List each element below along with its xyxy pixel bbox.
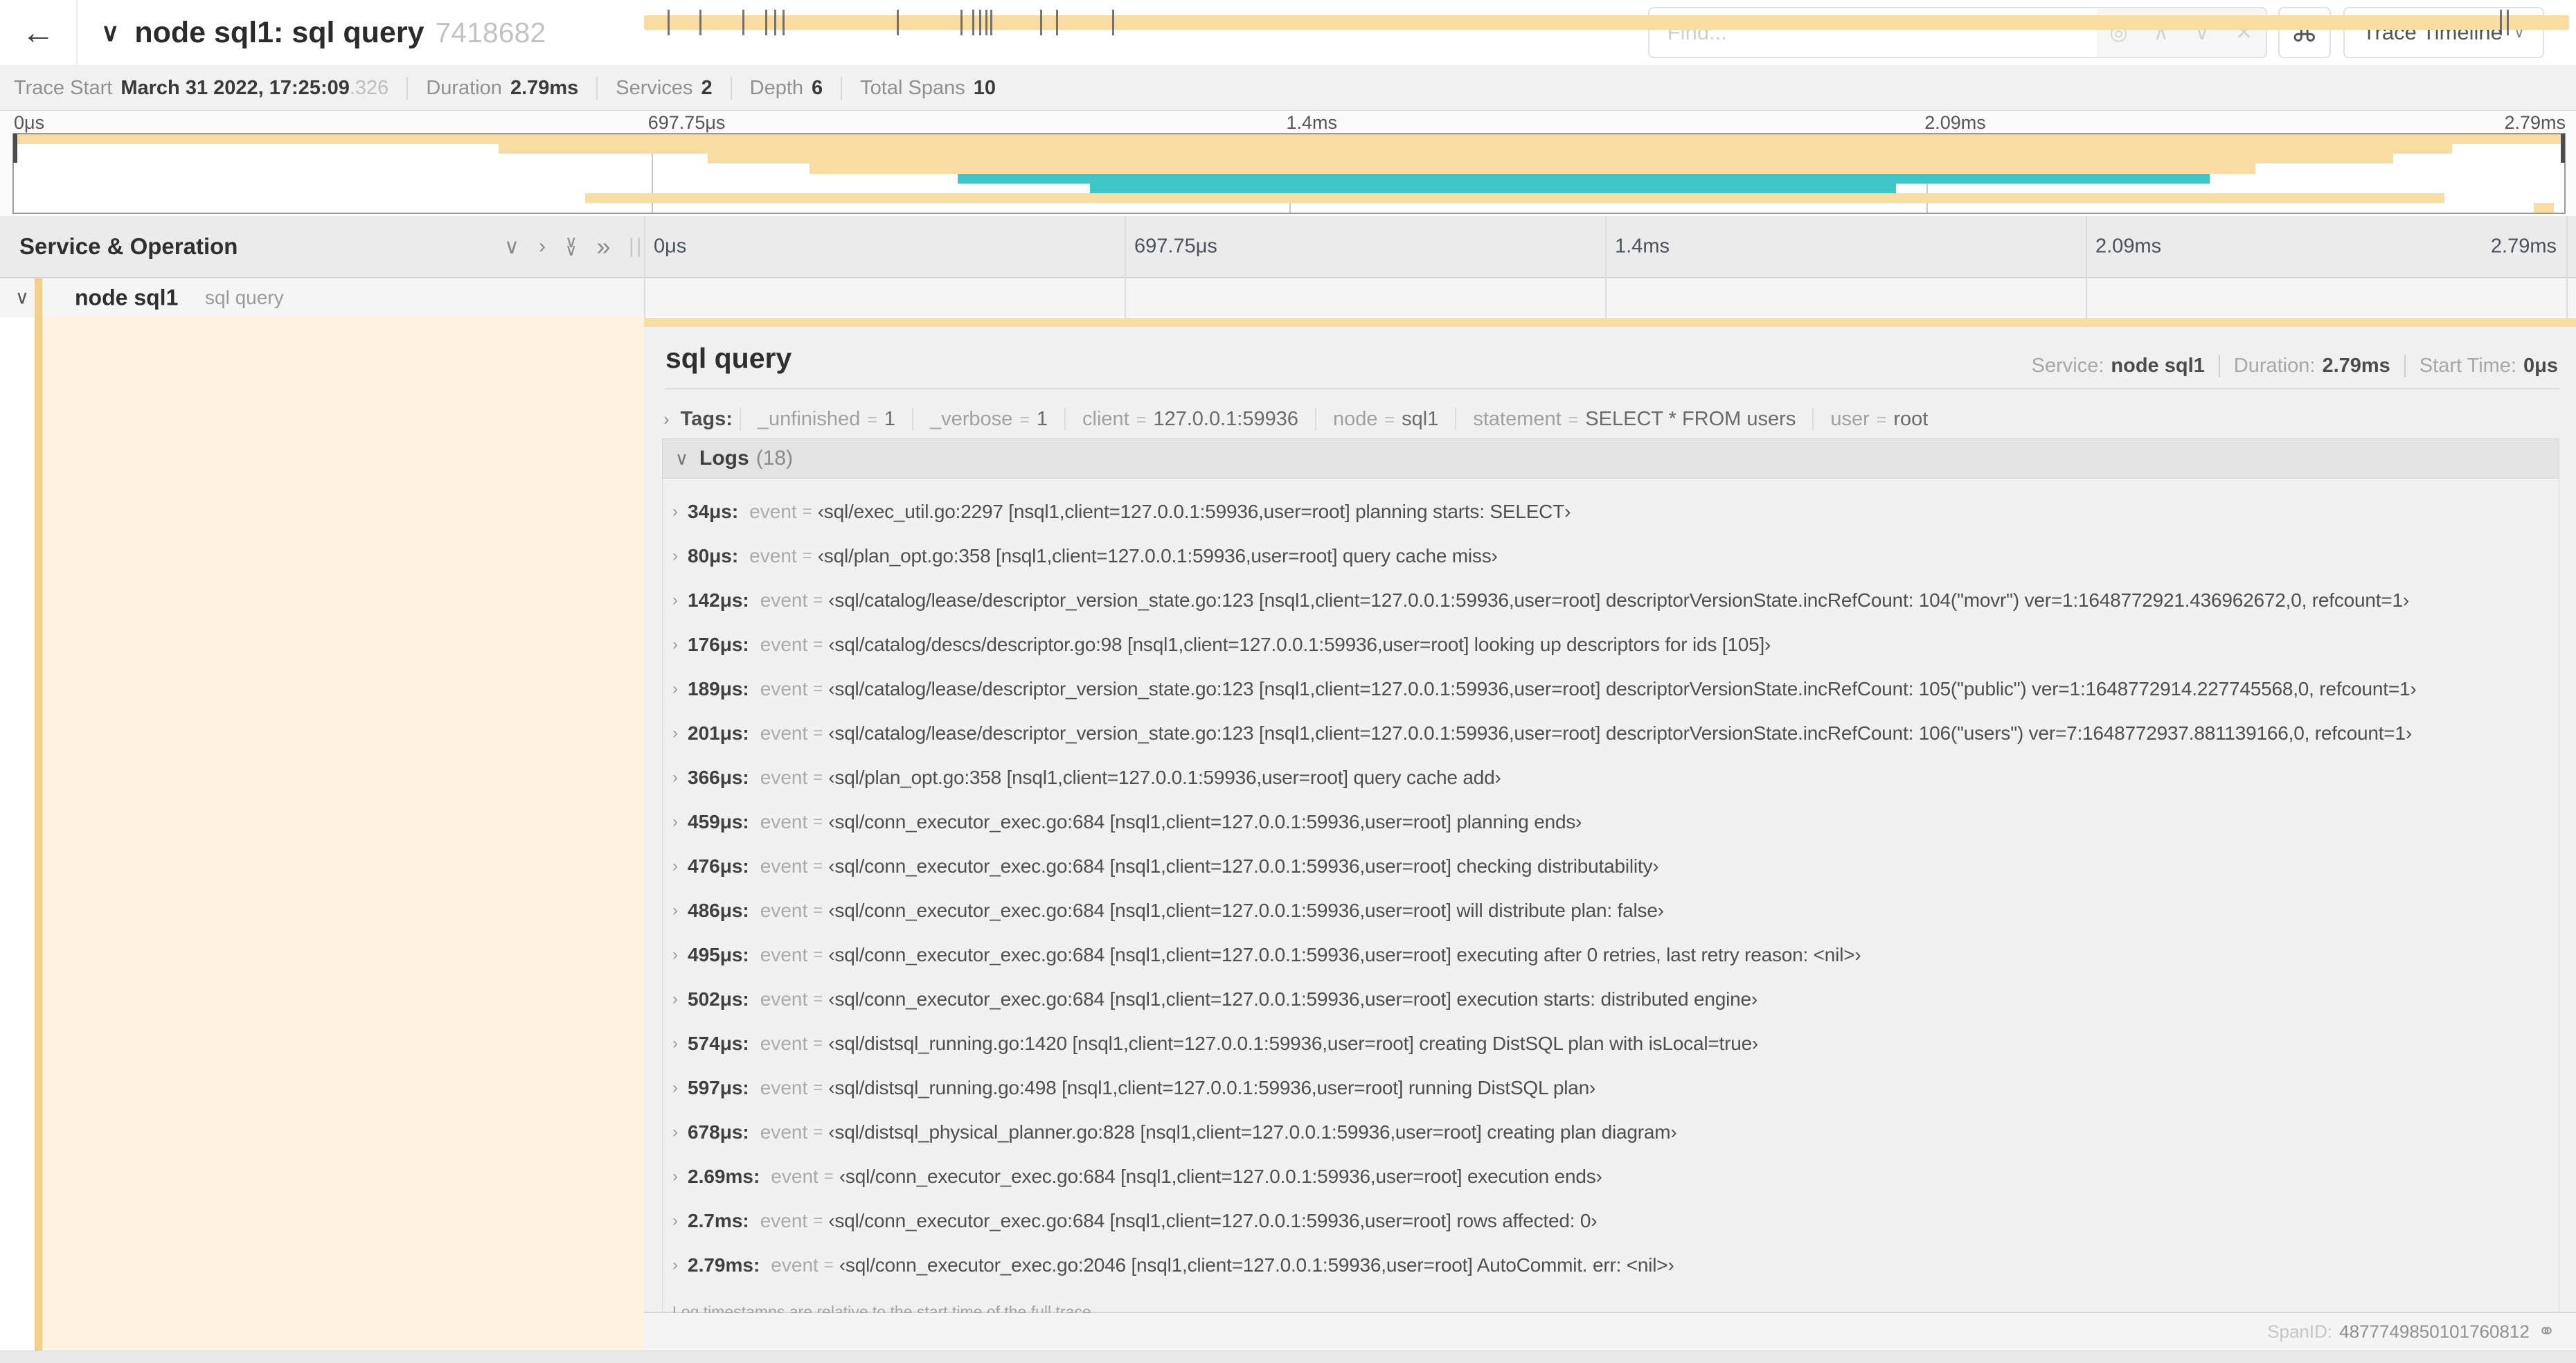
- log-event-marker: [782, 10, 785, 35]
- log-event-marker: [985, 10, 988, 35]
- log-event-marker: [2500, 10, 2503, 35]
- trace-name: node sql1: sql query: [134, 15, 424, 49]
- page-title: node sql1: sql query 7418682: [134, 16, 546, 50]
- span-bar-area: [644, 0, 2569, 1363]
- log-event-marker: [896, 10, 899, 35]
- minimap-tick-label: 0μs: [14, 112, 45, 133]
- summary-label: Trace Start: [14, 76, 113, 99]
- log-event-marker: [774, 10, 777, 35]
- trace-id: 7418682: [435, 16, 546, 48]
- summary-value-fraction: .326: [349, 76, 389, 99]
- log-event-marker: [972, 10, 975, 35]
- span-collapse-chevron-icon[interactable]: ∨: [15, 287, 29, 309]
- column-resize-handle[interactable]: ||: [629, 235, 644, 258]
- detail-row-span-accent-bar: [644, 318, 2576, 327]
- log-event-marker: [667, 10, 670, 35]
- summary-label: Duration: [426, 76, 502, 99]
- span-duration-bar[interactable]: [644, 15, 2569, 30]
- log-event-marker: [1055, 10, 1058, 35]
- span-service-name: node sql1: [75, 285, 179, 310]
- collapse-all-icon[interactable]: ∨ ∨: [565, 234, 578, 259]
- log-event-marker: [1039, 10, 1042, 35]
- log-event-marker: [2507, 10, 2510, 35]
- log-event-marker: [990, 10, 993, 35]
- collapse-controls: ∨ › ∨ ∨ »: [504, 232, 611, 261]
- summary-value: March 31 2022, 17:25:09: [120, 76, 350, 99]
- expand-one-icon[interactable]: ›: [539, 235, 546, 258]
- log-event-marker: [979, 10, 982, 35]
- collapse-trace-chevron-icon[interactable]: ∨: [101, 18, 119, 47]
- detail-left-color-accent: [35, 317, 42, 1351]
- summary-item: Duration 2.79ms: [406, 76, 579, 100]
- summary-value: 2.79ms: [510, 76, 579, 99]
- log-event-marker: [960, 10, 963, 35]
- detail-left-column-fill: [42, 317, 644, 1351]
- trace-timeline-page: ← ∨ node sql1: sql query7418682 ◎ ∧ ∨ ✕ …: [0, 0, 2576, 1363]
- log-event-marker: [699, 10, 701, 35]
- summary-item: Trace Start March 31 2022, 17:25:09 .326: [14, 77, 388, 100]
- log-event-marker: [1111, 10, 1114, 35]
- expand-all-icon[interactable]: »: [597, 232, 611, 261]
- log-event-marker: [742, 10, 744, 35]
- span-operation-name: sql query: [205, 287, 284, 308]
- collapse-one-icon[interactable]: ∨: [504, 235, 519, 259]
- back-arrow-icon: ←: [21, 14, 55, 51]
- span-color-accent: [35, 278, 42, 317]
- log-event-marker: [765, 10, 768, 35]
- back-button[interactable]: ←: [0, 0, 78, 65]
- minimap-left-scrubber-handle[interactable]: [13, 134, 17, 163]
- service-operation-header: Service & Operation: [19, 233, 238, 259]
